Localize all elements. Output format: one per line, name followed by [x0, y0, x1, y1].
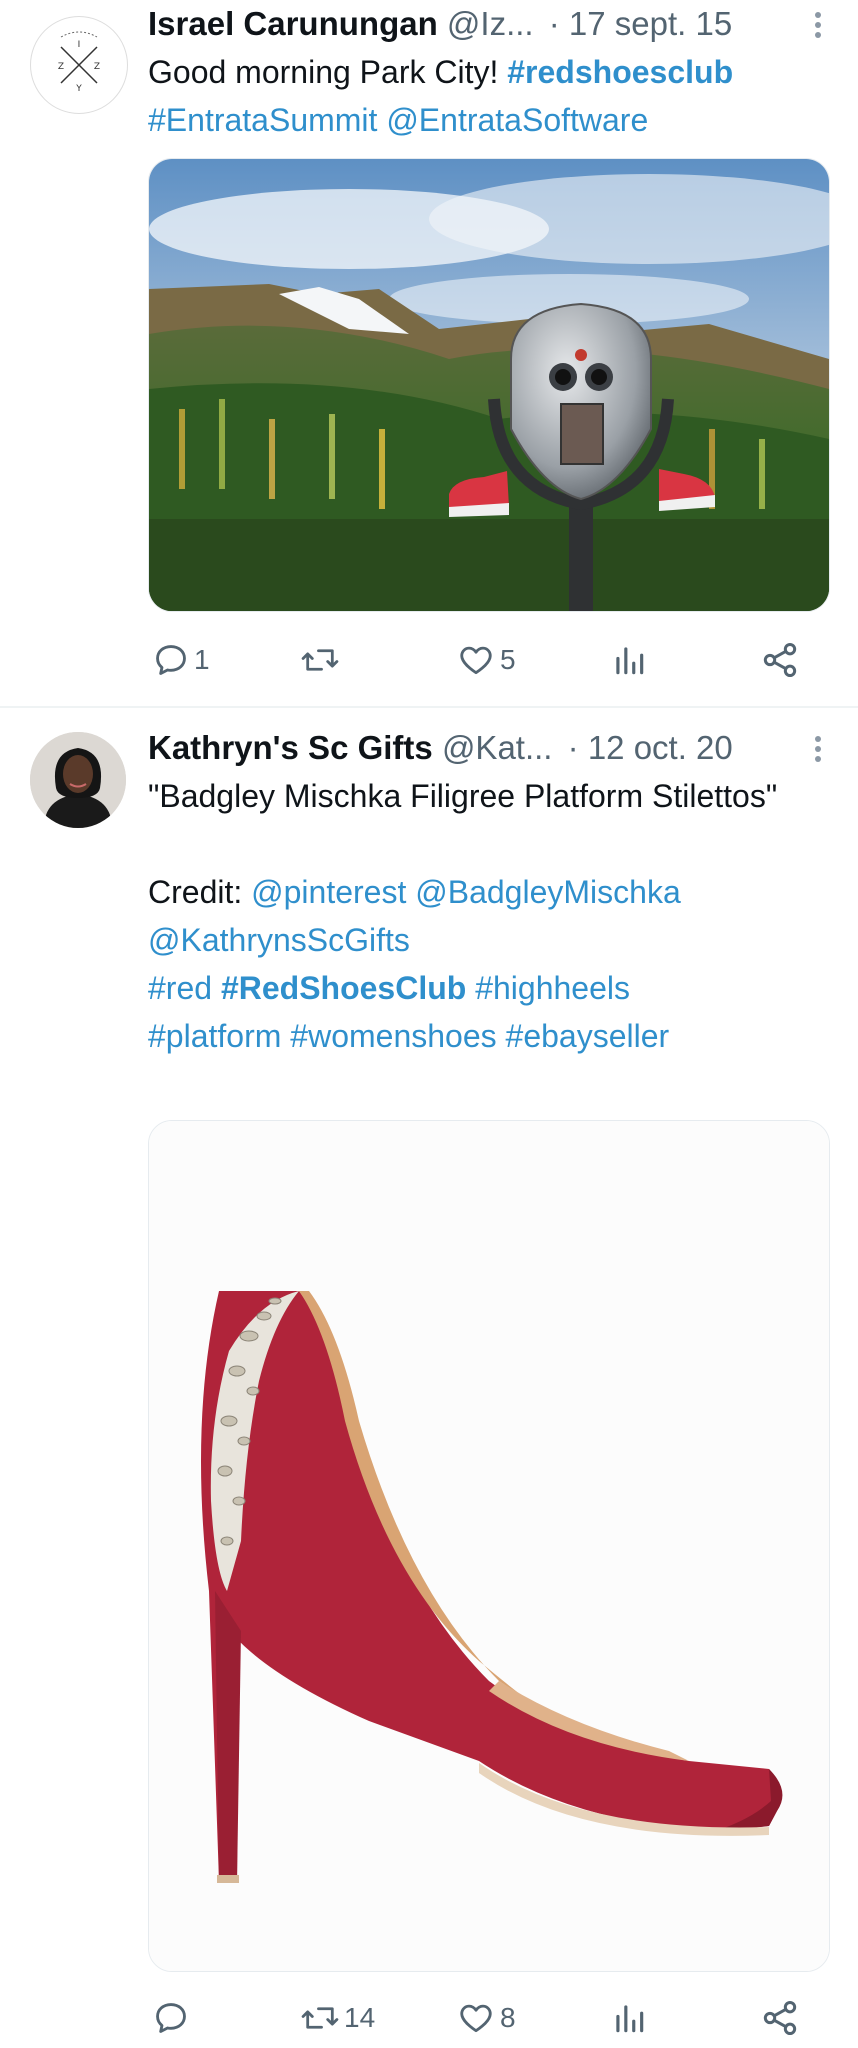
retweet-icon [301, 649, 339, 671]
tweet-header: Kathryn's Sc Gifts @Kat... · 12 oct. 20 [148, 726, 818, 770]
hashtag-link[interactable]: #platform [148, 1018, 281, 1054]
retweet-button[interactable]: 14 [300, 1994, 375, 2042]
red-stiletto-shoe-photo-icon [149, 1121, 829, 1971]
hashtag-link[interactable]: #womenshoes [290, 1018, 496, 1054]
tweet-actions: 14 8 [148, 1994, 808, 2042]
tweet-text-segment [212, 970, 221, 1006]
like-count: 5 [500, 644, 516, 675]
tweet-text-segment [497, 1018, 506, 1054]
reply-button[interactable]: 1 [152, 636, 210, 684]
retweet-icon [301, 2007, 339, 2029]
like-button[interactable]: 5 [456, 636, 516, 684]
tweet-1[interactable]: I Z Z Y Israel Carunungan @Iz... · 17 se… [0, 0, 858, 704]
views-button[interactable] [610, 636, 648, 684]
tweet-text-segment: Good morning Park City! [148, 54, 508, 90]
author-handle[interactable]: @Kat... [442, 729, 553, 766]
like-count: 8 [500, 2002, 516, 2033]
views-bar-chart-icon [616, 647, 644, 675]
hashtag-link[interactable]: #EntrataSummit [148, 102, 377, 138]
share-icon [763, 643, 797, 677]
tweet-text-segment [377, 102, 386, 138]
svg-text:Z: Z [94, 62, 100, 72]
share-icon [763, 2001, 797, 2035]
more-options-icon[interactable] [812, 8, 824, 48]
tweet-text-segment [281, 1018, 290, 1054]
hashtag-link[interactable]: #redshoesclub [507, 54, 733, 90]
avatar[interactable] [30, 732, 126, 828]
mountain-binocular-viewer-red-shoes-photo-icon [149, 159, 829, 611]
hashtag-link[interactable]: #highheels [475, 970, 630, 1006]
mention-link[interactable]: @EntrataSoftware [386, 102, 648, 138]
heart-icon [460, 2004, 492, 2033]
author-name[interactable]: Israel Carunungan [148, 5, 438, 42]
tweet-2[interactable]: Kathryn's Sc Gifts @Kat... · 12 oct. 20 … [0, 708, 858, 2048]
reply-icon [156, 645, 186, 675]
mention-link[interactable]: @pinterest [251, 874, 406, 910]
share-button[interactable] [760, 1994, 800, 2042]
tweet-text: Good morning Park City! #redshoesclub #E… [148, 48, 832, 144]
avatar[interactable]: I Z Z Y [30, 16, 128, 114]
tweet-image[interactable] [148, 1120, 830, 1972]
retweet-count: 14 [344, 2002, 376, 2033]
heart-icon [460, 646, 492, 675]
mention-link[interactable]: @BadgleyMischka [415, 874, 680, 910]
more-options-icon[interactable] [812, 732, 824, 772]
views-button[interactable] [610, 1994, 648, 2042]
svg-text:Y: Y [75, 84, 82, 94]
reply-button[interactable] [152, 1994, 194, 2042]
author-name[interactable]: Kathryn's Sc Gifts [148, 729, 433, 766]
tweet-text: "Badgley Mischka Filigree Platform Stile… [148, 772, 832, 1060]
tweet-date[interactable]: · 17 sept. 15 [549, 5, 732, 42]
retweet-button[interactable] [300, 636, 344, 684]
profile-photo-icon [30, 732, 126, 828]
mention-link[interactable]: @KathrynsScGifts [148, 922, 410, 958]
reply-count: 1 [194, 644, 210, 675]
tweet-text-segment [406, 874, 415, 910]
hashtag-link[interactable]: #ebayseller [506, 1018, 670, 1054]
hashtag-link[interactable]: #RedShoesClub [221, 970, 466, 1006]
like-button[interactable]: 8 [456, 1994, 516, 2042]
tweet-text-segment [466, 970, 475, 1006]
views-bar-chart-icon [616, 2005, 644, 2033]
reply-icon [156, 2003, 186, 2033]
tweet-image[interactable] [148, 158, 830, 612]
hashtag-link[interactable]: #red [148, 970, 212, 1006]
tweet-date[interactable]: · 12 oct. 20 [568, 729, 733, 766]
svg-text:I: I [78, 40, 81, 50]
svg-text:Z: Z [58, 62, 64, 72]
lettered-compass-logo-icon: I Z Z Y [58, 31, 100, 94]
share-button[interactable] [760, 636, 800, 684]
tweet-actions: 1 5 [148, 636, 808, 684]
author-handle[interactable]: @Iz... [447, 5, 534, 42]
tweet-header: Israel Carunungan @Iz... · 17 sept. 15 [148, 2, 818, 46]
